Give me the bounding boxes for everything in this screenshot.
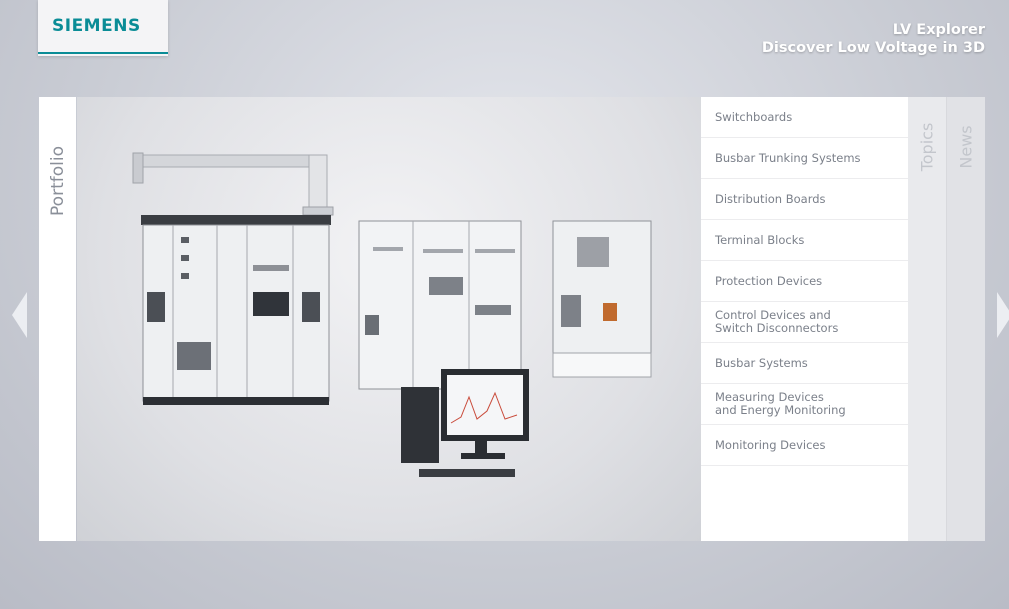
product-illustration (132, 152, 652, 477)
tab-portfolio-label: Portfolio (47, 146, 68, 216)
menu-item-distribution-boards[interactable]: Distribution Boards (701, 179, 908, 220)
menu-item-switchboards[interactable]: Switchboards (701, 97, 908, 138)
portfolio-stage[interactable] (77, 97, 701, 541)
tab-portfolio[interactable]: Portfolio (39, 97, 76, 541)
menu-item-label-line2: and Energy Monitoring (715, 403, 846, 417)
app-title-line1: LV Explorer (892, 22, 985, 38)
tab-news[interactable]: News (946, 97, 985, 541)
tab-topics[interactable]: Topics (908, 97, 946, 541)
menu-item-label: Distribution Boards (715, 191, 826, 206)
switchboard-illustration (141, 215, 331, 405)
tab-news-label: News (956, 125, 976, 169)
menu-item-measuring-devices[interactable]: Measuring Devices and Energy Monitoring (701, 384, 908, 425)
app-title: LV Explorer Discover Low Voltage in 3D (762, 21, 985, 57)
menu-item-label: Monitoring Devices (715, 437, 826, 452)
siemens-logo: SIEMENS (38, 0, 168, 56)
logo-underline (38, 52, 168, 54)
category-menu: Switchboards Busbar Trunking Systems Dis… (701, 97, 908, 541)
menu-item-label: Terminal Blocks (715, 232, 805, 247)
menu-item-label: Busbar Trunking Systems (715, 150, 861, 165)
menu-item-busbar-systems[interactable]: Busbar Systems (701, 343, 908, 384)
terminal-board-illustration (552, 220, 652, 378)
menu-item-label: Switchboards (715, 109, 793, 124)
menu-item-label-line2: Switch Disconnectors (715, 321, 839, 335)
menu-item-control-devices[interactable]: Control Devices and Switch Disconnectors (701, 302, 908, 343)
menu-item-monitoring-devices[interactable]: Monitoring Devices (701, 425, 908, 466)
next-arrow-icon[interactable] (997, 292, 1009, 338)
menu-item-terminal-blocks[interactable]: Terminal Blocks (701, 220, 908, 261)
distribution-board-illustration (358, 220, 522, 390)
tab-topics-label: Topics (917, 122, 937, 172)
app-title-line2: Discover Low Voltage in 3D (761, 40, 985, 56)
busbar-trunking-illustration (132, 152, 334, 216)
menu-item-label: Busbar Systems (715, 355, 808, 370)
previous-arrow-icon[interactable] (12, 292, 27, 338)
menu-item-protection-devices[interactable]: Protection Devices (701, 261, 908, 302)
logo-text: SIEMENS (52, 16, 141, 36)
menu-item-label: Protection Devices (715, 273, 823, 288)
menu-item-busbar-trunking-systems[interactable]: Busbar Trunking Systems (701, 138, 908, 179)
